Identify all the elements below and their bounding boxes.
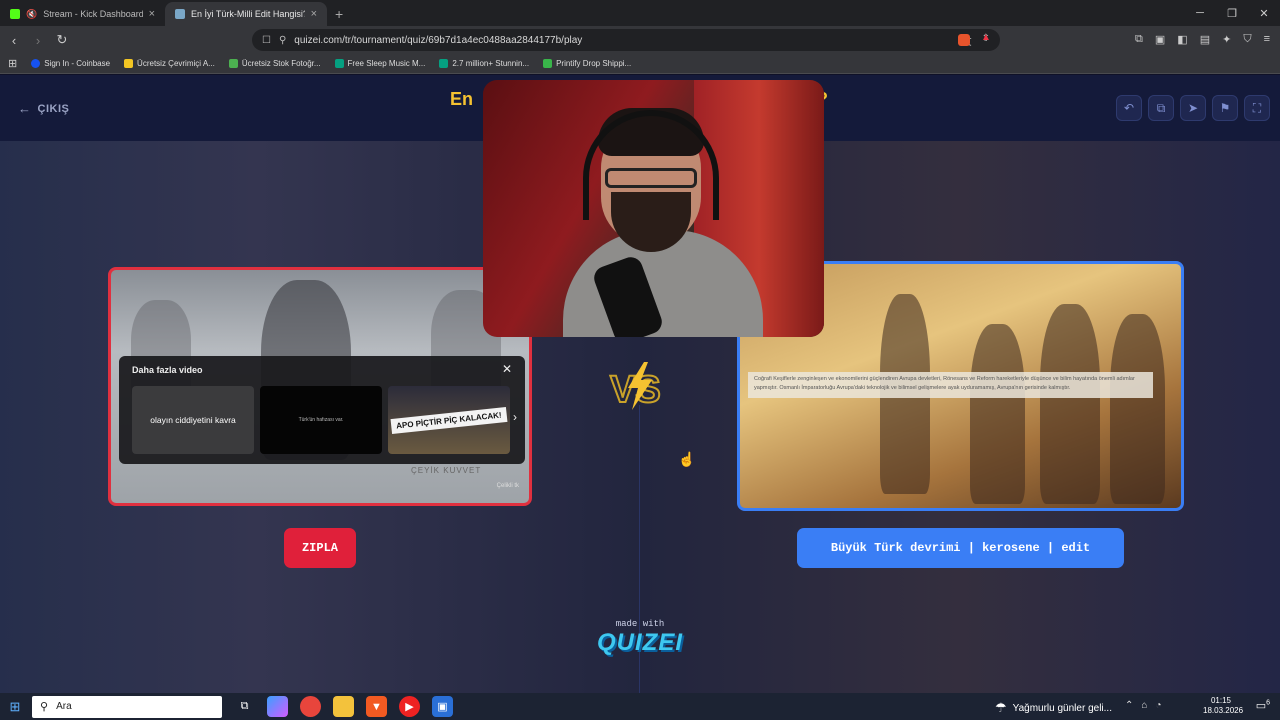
chevron-up-icon[interactable]: ⌃ <box>1125 700 1133 711</box>
pexels-icon <box>334 59 344 68</box>
bookmark-favicon-icon <box>228 59 238 68</box>
webcam-overlay <box>483 80 824 337</box>
mute-icon: 🔇 <box>26 8 38 19</box>
pick-right-button[interactable]: Büyük Türk devrimi | kerosene | edit <box>797 528 1124 568</box>
undo-icon[interactable]: ↶ <box>1116 95 1142 121</box>
system-tray: ⌃ ⌂ ◔ <box>1125 700 1161 711</box>
bookmark-6[interactable]: Printify Drop Shippi... <box>543 59 631 68</box>
watermark: Çelikli tk <box>496 483 519 489</box>
media-player-icon[interactable]: ▶ <box>399 696 420 717</box>
search-icon: ⚲ <box>40 701 49 713</box>
close-tab-icon[interactable]: × <box>149 8 155 20</box>
leo-ai-icon[interactable]: ✦ <box>1222 33 1231 46</box>
file-explorer-icon[interactable] <box>333 696 354 717</box>
coinbase-icon <box>31 59 41 68</box>
taskbar-search[interactable]: ⚲ Ara <box>32 695 222 718</box>
video-subtitle: Coğrafi Keşiflerle zenginleşen ve ekonom… <box>748 372 1153 398</box>
windows-taskbar: ⊞ ⚲ Ara ⧉ ▼ ▶ ▣ ☂ Yağmurlu günler geli..… <box>0 693 1280 720</box>
quiz-title: En <box>450 89 474 109</box>
bookmark-5[interactable]: 2.7 million+ Stunnin... <box>439 59 529 68</box>
url-field[interactable]: ☐ ⚲ quizei.com/tr/tournament/quiz/69b7d1… <box>252 29 1000 51</box>
rewards-icon[interactable]: ▲ <box>981 32 991 43</box>
new-tab-button[interactable]: + <box>335 6 343 22</box>
site-info-icon[interactable]: ⚲ <box>279 35 286 46</box>
tab-quizei[interactable]: En İyi Türk-Milli Edit Hangisi? - T × <box>165 2 327 26</box>
video-thumbnail[interactable]: Türk'ün hafızası var. <box>260 386 382 454</box>
sidebar-icon[interactable]: ◧ <box>1177 33 1187 46</box>
windows-start-icon[interactable]: ⊞ <box>0 699 30 715</box>
kick-favicon-icon <box>10 9 20 19</box>
chrome-icon[interactable] <box>300 696 321 717</box>
bookmark-coinbase[interactable]: Sign In - Coinbase <box>31 59 110 68</box>
pexels-icon <box>439 59 449 68</box>
notification-icon: ▭ <box>1255 700 1267 712</box>
video-thumbnail[interactable]: APO PİÇTİR PİÇ KALACAK! <box>388 386 510 454</box>
chevron-right-icon[interactable]: › <box>513 410 517 424</box>
restore-icon[interactable]: ❐ <box>1216 0 1248 26</box>
reload-icon[interactable]: ↻ <box>52 32 72 48</box>
printify-icon <box>543 59 553 68</box>
close-window-icon[interactable]: ✕ <box>1248 0 1280 26</box>
flag-icon[interactable]: ⚑ <box>1212 95 1238 121</box>
exit-button[interactable]: ← ÇIKIŞ <box>18 101 69 116</box>
skip-button[interactable]: ZIPLA <box>284 528 356 568</box>
brave-shield-icon[interactable] <box>958 34 970 46</box>
bookmark-4[interactable]: Free Sleep Music M... <box>334 59 425 68</box>
rain-cloud-icon: ☂ <box>995 700 1007 715</box>
more-videos-panel: Daha fazla video ✕ olayın ciddiyetini ka… <box>119 356 525 464</box>
network-icon[interactable]: ⌂ <box>1141 700 1147 711</box>
taskbar-apps: ⧉ ▼ ▶ ▣ <box>234 696 453 717</box>
scene-figure <box>1040 304 1100 504</box>
close-tab-icon[interactable]: × <box>311 8 317 20</box>
tab-title: En İyi Türk-Milli Edit Hangisi? - T <box>191 9 305 19</box>
option-card-left[interactable]: Daha fazla video ✕ olayın ciddiyetini ka… <box>108 267 532 506</box>
browser-tab-bar: 🔇 Stream - Kick Dashboard × En İyi Türk-… <box>0 0 1280 26</box>
task-view-icon[interactable]: ⧉ <box>234 696 255 717</box>
mouse-cursor-icon: ☝ <box>678 451 696 467</box>
url-text: quizei.com/tr/tournament/quiz/69b7d1a4ec… <box>294 34 583 46</box>
copilot-icon[interactable] <box>267 696 288 717</box>
notifications-button[interactable]: ▭6 <box>1256 699 1270 712</box>
window-controls: ─ ❐ ✕ <box>1184 0 1280 26</box>
bookmark-3[interactable]: Ücretsiz Stok Fotoğr... <box>228 59 321 68</box>
wallet-icon[interactable]: ▤ <box>1200 33 1210 46</box>
vpn-icon[interactable]: ⛉ <box>1243 33 1251 46</box>
scene-figure <box>970 324 1025 504</box>
weather-widget[interactable]: ☂ Yağmurlu günler geli... <box>995 700 1112 716</box>
bookmark-2[interactable]: Ücretsiz Çevrimiçi A... <box>124 59 215 68</box>
toolbar-right: ⧉ ▣ ◧ ▤ ✦ ⛉ ≡ <box>1135 33 1270 46</box>
back-icon[interactable]: ‹ <box>4 33 24 48</box>
bookmark-icon[interactable]: ☐ <box>262 35 271 46</box>
taskbar-clock[interactable]: 01:15 18.03.2026 <box>1203 696 1243 716</box>
minimize-icon[interactable]: ─ <box>1184 0 1216 26</box>
forward-icon[interactable]: › <box>28 33 48 48</box>
send-icon[interactable]: ➤ <box>1180 95 1206 121</box>
tab-title: Stream - Kick Dashboard <box>43 9 143 19</box>
close-icon[interactable]: ✕ <box>502 362 512 376</box>
made-with-badge[interactable]: made with QUIZEI <box>595 619 685 657</box>
fullscreen-icon[interactable]: ⛶ <box>1244 95 1270 121</box>
address-bar: ‹ › ↻ ☐ ⚲ quizei.com/tr/tournament/quiz/… <box>0 26 1280 54</box>
quizei-favicon-icon <box>175 9 185 19</box>
more-videos-title: Daha fazla video <box>132 365 203 375</box>
menu-icon[interactable]: ≡ <box>1264 33 1270 46</box>
media-icon[interactable]: ▣ <box>1155 33 1165 46</box>
volume-icon[interactable]: ◔ <box>1155 700 1161 711</box>
quiz-toolbar: ↶ ⧉ ➤ ⚑ ⛶ <box>1116 95 1270 121</box>
bookmarks-bar: ⊞ Sign In - Coinbase Ücretsiz Çevrimiçi … <box>0 54 1280 74</box>
quizei-logo: QUIZEI <box>596 629 683 656</box>
copy-icon[interactable]: ⧉ <box>1148 95 1174 121</box>
video-thumbnail[interactable]: olayın ciddiyetini kavra <box>132 386 254 454</box>
scene-figure <box>1110 314 1165 504</box>
brave-icon[interactable]: ▼ <box>366 696 387 717</box>
scene-text: ÇEYİK KUVVET <box>411 466 482 475</box>
bookmark-favicon-icon <box>124 59 134 68</box>
arrow-left-icon: ← <box>18 101 32 116</box>
extensions-icon[interactable]: ⧉ <box>1135 33 1143 46</box>
tab-kick-dashboard[interactable]: 🔇 Stream - Kick Dashboard × <box>0 2 165 26</box>
apps-grid-icon[interactable]: ⊞ <box>8 57 17 70</box>
snipping-icon[interactable]: ▣ <box>432 696 453 717</box>
